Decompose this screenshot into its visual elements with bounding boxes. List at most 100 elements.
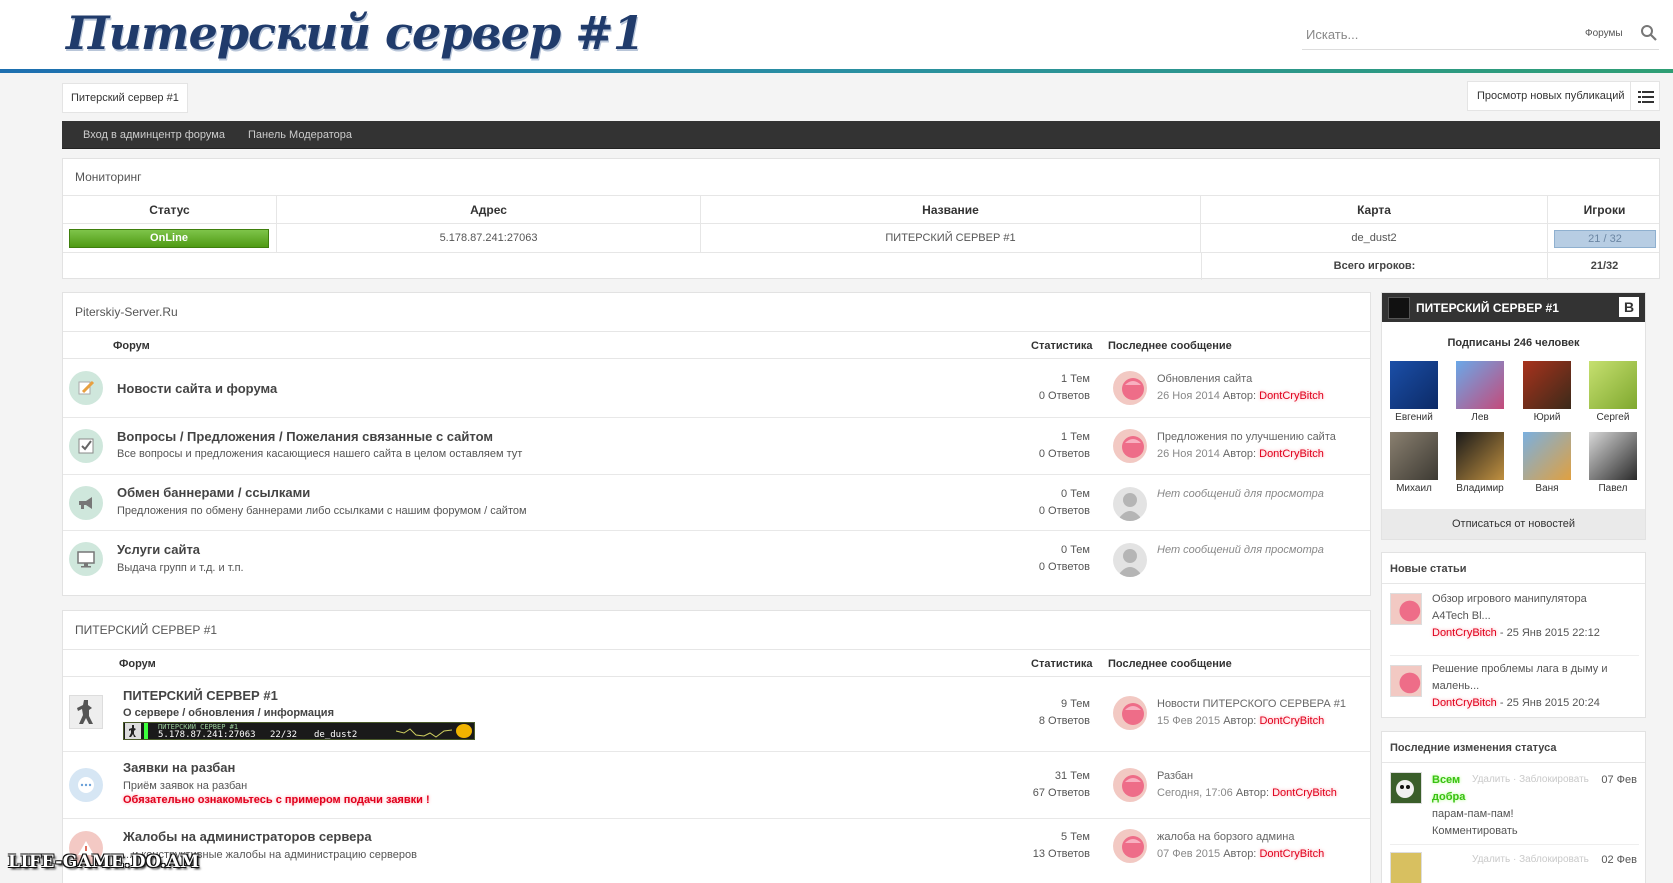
search-input[interactable]: [1306, 24, 1556, 44]
last-post-date: 07 Фев 2015: [1157, 848, 1221, 860]
search-scope-selector[interactable]: Форумы: [1585, 28, 1623, 39]
forum-icon: [69, 486, 103, 520]
last-post-date: 15 Фев 2015: [1157, 715, 1221, 727]
last-poster-avatar[interactable]: [1113, 829, 1147, 863]
cs-banner-icon: [125, 723, 141, 739]
forum-row[interactable]: Заявки на разбан Приём заявок на разбан …: [63, 752, 1370, 819]
forum-title[interactable]: Обмен баннерами / ссылками: [117, 485, 310, 500]
forum-icon: [69, 371, 103, 405]
last-post-date: 26 Ноя 2014: [1157, 448, 1220, 460]
vk-member[interactable]: Сергей: [1588, 361, 1638, 423]
article-author[interactable]: DontCryBitch: [1432, 697, 1497, 709]
total-players-value: 21/32: [1590, 260, 1619, 272]
nav-moderator-panel-link[interactable]: Панель Модератора: [248, 129, 352, 141]
vk-member[interactable]: Владимир: [1455, 432, 1505, 494]
vk-group-name[interactable]: ПИТЕРСКИЙ СЕРВЕР #1: [1416, 301, 1559, 315]
monitoring-panel: Мониторинг Статус Адрес Название Карта И…: [62, 158, 1660, 280]
article-title[interactable]: Решение проблемы лага в дыму и малень...: [1432, 661, 1612, 695]
last-post-info: Обновления сайта 26 Ноя 2014 Автор: Dont…: [1157, 371, 1324, 405]
forum-title[interactable]: Вопросы / Предложения / Пожелания связан…: [117, 429, 493, 444]
last-post-author[interactable]: DontCryBitch: [1259, 715, 1324, 727]
total-players-label: Всего игроков:: [1201, 253, 1548, 280]
member-name: Ваня: [1535, 483, 1559, 494]
vk-logo-icon[interactable]: В: [1619, 297, 1639, 317]
status-actions[interactable]: Удалить · Заблокировать: [1472, 774, 1589, 785]
forum-row[interactable]: Обмен баннерами / ссылками Предложения п…: [63, 475, 1370, 531]
forum-stats: 5 Тем 13 Ответов: [1033, 829, 1090, 863]
last-post-author[interactable]: DontCryBitch: [1259, 448, 1324, 460]
forum-row[interactable]: Новости сайта и форума 1 Тем 0 Ответов О…: [63, 359, 1370, 418]
last-post-info: Новости ПИТЕРСКОГО СЕРВЕРА #1 15 Фев 201…: [1157, 696, 1346, 730]
last-poster-avatar[interactable]: [1113, 696, 1147, 730]
comment-link[interactable]: Комментировать: [1432, 825, 1518, 837]
vk-group-widget: ПИТЕРСКИЙ СЕРВЕР #1 В Подписаны 246 чело…: [1381, 292, 1646, 540]
forum-category-server: ПИТЕРСКИЙ СЕРВЕР #1 Форум Статистика Пос…: [62, 610, 1371, 883]
view-new-posts-button[interactable]: Просмотр новых публикаций: [1467, 81, 1635, 111]
vk-group-avatar: [1388, 297, 1410, 319]
last-poster-avatar[interactable]: [1113, 429, 1147, 463]
member-photo: [1589, 432, 1637, 480]
server-row[interactable]: OnLine 5.178.87.241:27063 ПИТЕРСКИЙ СЕРВ…: [63, 224, 1659, 253]
last-post-author[interactable]: DontCryBitch: [1259, 848, 1324, 860]
vk-member[interactable]: Евгений: [1389, 361, 1439, 423]
vk-member[interactable]: Михаил: [1389, 432, 1439, 494]
nav-admin-center-link[interactable]: Вход в админцентр форума: [83, 129, 225, 141]
status-author-avatar[interactable]: [1390, 772, 1422, 804]
vk-widget-header[interactable]: ПИТЕРСКИЙ СЕРВЕР #1 В: [1382, 293, 1645, 322]
topics-count: 0 Тем: [1061, 544, 1090, 556]
banner-map: de_dust2: [314, 730, 358, 740]
member-name: Михаил: [1396, 483, 1432, 494]
status-cell: OnLine: [63, 224, 277, 252]
vk-member[interactable]: Павел: [1588, 432, 1638, 494]
last-post-title[interactable]: Предложения по улучшению сайта: [1157, 429, 1336, 446]
header-accent-bar: [0, 69, 1673, 73]
column-last-post: Последнее сообщение: [1108, 658, 1232, 670]
breadcrumb[interactable]: Питерский сервер #1: [62, 83, 188, 113]
last-post-title[interactable]: Новости ПИТЕРСКОГО СЕРВЕРА #1: [1157, 696, 1346, 713]
last-post-title[interactable]: Обновления сайта: [1157, 371, 1324, 388]
last-post-author[interactable]: DontCryBitch: [1259, 390, 1324, 402]
forum-row[interactable]: ПИТЕРСКИЙ СЕРВЕР #1 О сервере / обновлен…: [63, 677, 1370, 752]
topics-count: 1 Тем: [1061, 373, 1090, 385]
server-status-banner[interactable]: ПИТЕРСКИЙ СЕРВЕР #1 5.178.87.241:27063 2…: [123, 722, 475, 740]
article-thumbnail[interactable]: [1390, 593, 1422, 625]
vk-member[interactable]: Лев: [1455, 361, 1505, 423]
vk-member[interactable]: Ваня: [1522, 432, 1572, 494]
column-header-address: Адрес: [277, 196, 701, 223]
forum-title[interactable]: Новости сайта и форума: [117, 381, 277, 396]
list-view-button[interactable]: [1630, 81, 1660, 111]
forum-row[interactable]: Услуги сайта Выдача групп и т.д. и т.п. …: [63, 531, 1370, 589]
site-logo[interactable]: Питерский сервер #1: [66, 6, 645, 60]
column-header-name: Название: [701, 196, 1201, 223]
server-address[interactable]: 5.178.87.241:27063: [277, 224, 701, 252]
last-post-author[interactable]: DontCryBitch: [1272, 787, 1337, 799]
forum-title[interactable]: Жалобы на администраторов сервера: [123, 829, 372, 844]
status-actions[interactable]: Удалить · Заблокировать: [1472, 854, 1589, 865]
forum-row[interactable]: Вопросы / Предложения / Пожелания связан…: [63, 418, 1370, 475]
last-poster-avatar[interactable]: [1113, 371, 1147, 405]
member-photo: [1523, 361, 1571, 409]
search-icon[interactable]: [1640, 24, 1658, 42]
topics-count: 0 Тем: [1061, 488, 1090, 500]
article-title[interactable]: Обзор игрового манипулятора A4Tech Bl...: [1432, 591, 1612, 625]
status-author-avatar[interactable]: [1390, 852, 1422, 883]
last-poster-avatar[interactable]: [1113, 768, 1147, 802]
member-name: Сергей: [1596, 412, 1630, 423]
last-post-title[interactable]: Разбан: [1157, 768, 1337, 785]
forum-icon: [69, 542, 103, 576]
last-post-title[interactable]: жалоба на борзого админа: [1157, 829, 1324, 846]
unsubscribe-button[interactable]: Отписаться от новостей: [1382, 509, 1645, 539]
category-title[interactable]: Piterskiy-Server.Ru: [75, 305, 178, 319]
forum-title[interactable]: ПИТЕРСКИЙ СЕРВЕР #1: [123, 688, 278, 703]
forum-title[interactable]: Заявки на разбан: [123, 760, 235, 775]
article-author[interactable]: DontCryBitch: [1432, 627, 1497, 639]
author-label: Автор:: [1235, 787, 1270, 799]
new-articles-widget: Новые статьи Обзор игрового манипулятора…: [1381, 552, 1646, 718]
article-thumbnail[interactable]: [1390, 665, 1422, 697]
rules-warning[interactable]: Обязательно ознакомьтесь с примером пода…: [123, 794, 430, 806]
forum-row[interactable]: Жалобы на администраторов сервера ...и к…: [63, 819, 1370, 883]
status-name[interactable]: Всем добра: [1432, 772, 1465, 806]
category-title[interactable]: ПИТЕРСКИЙ СЕРВЕР #1: [75, 623, 217, 637]
vk-member[interactable]: Юрий: [1522, 361, 1572, 423]
forum-title[interactable]: Услуги сайта: [117, 542, 200, 557]
